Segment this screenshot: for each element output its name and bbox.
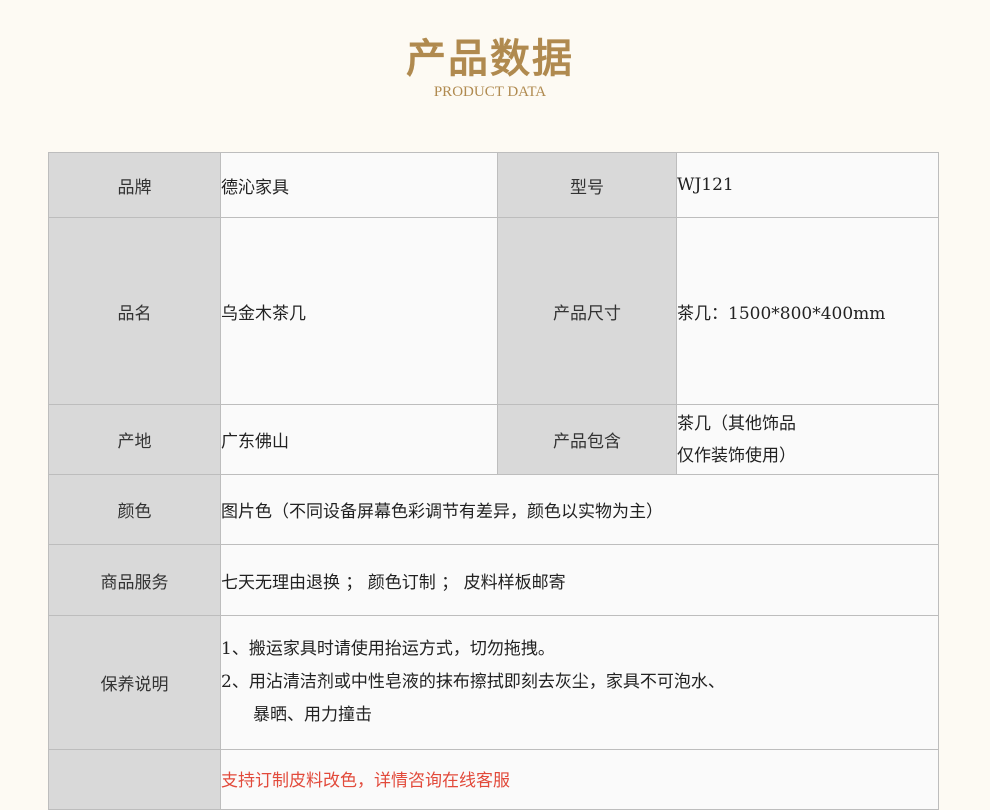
name-value: 乌金木茶几 [220,217,498,405]
color-label: 颜色 [48,474,221,545]
includes-value: 茶几（其他饰品 仅作装饰使用） [676,404,939,475]
table-row: 品牌 德沁家具 型号 WJ121 [48,152,939,218]
table-row: 产地 广东佛山 产品包含 茶几（其他饰品 仅作装饰使用） [48,404,939,475]
care-line-3: 暴晒、用力撞击 [253,705,372,725]
includes-line-1: 茶几（其他饰品 [677,413,796,434]
table-row: 商品服务 七天无理由退换 ； 颜色订制 ； 皮料样板邮寄 [48,544,939,616]
custom-value: 支持订制皮料改色，详情咨询在线客服 [220,749,939,810]
model-label: 型号 [497,152,677,218]
model-value: WJ121 [676,152,939,218]
page-subtitle: PRODUCT DATA [433,84,547,100]
service-label: 商品服务 [48,544,221,616]
size-value: 茶几：1500*800*400mm [676,217,939,405]
table-row: 品名 乌金木茶几 产品尺寸 茶几：1500*800*400mm [48,217,939,405]
color-value: 图片色（不同设备屏幕色彩调节有差异，颜色以实物为主） [220,474,939,545]
custom-label [48,749,221,810]
brand-label: 品牌 [48,152,221,218]
size-label: 产品尺寸 [497,217,677,405]
includes-line-2: 仅作装饰使用） [677,445,796,466]
care-label: 保养说明 [48,615,221,750]
table-row: 保养说明 1、搬运家具时请使用抬运方式，切勿拖拽。 2、用沾清洁剂或中性皂液的抹… [48,615,939,750]
name-label: 品名 [48,217,221,405]
includes-label: 产品包含 [497,404,677,475]
table-row: 支持订制皮料改色，详情咨询在线客服 [48,749,939,810]
page-title: 产品数据 [406,35,574,82]
care-line-1: 1、搬运家具时请使用抬运方式，切勿拖拽。 [221,639,555,659]
origin-label: 产地 [48,404,221,475]
product-data-table: 品牌 德沁家具 型号 WJ121 品名 乌金木茶几 产品尺寸 茶几：1500*8… [48,152,939,810]
origin-value: 广东佛山 [220,404,498,475]
service-value: 七天无理由退换 ； 颜色订制 ； 皮料样板邮寄 [220,544,939,616]
care-line-2: 2、用沾清洁剂或中性皂液的抹布擦拭即刻去灰尘，家具不可泡水、 [221,672,725,692]
care-value: 1、搬运家具时请使用抬运方式，切勿拖拽。 2、用沾清洁剂或中性皂液的抹布擦拭即刻… [220,615,939,750]
brand-value: 德沁家具 [220,152,498,218]
table-row: 颜色 图片色（不同设备屏幕色彩调节有差异，颜色以实物为主） [48,474,939,545]
